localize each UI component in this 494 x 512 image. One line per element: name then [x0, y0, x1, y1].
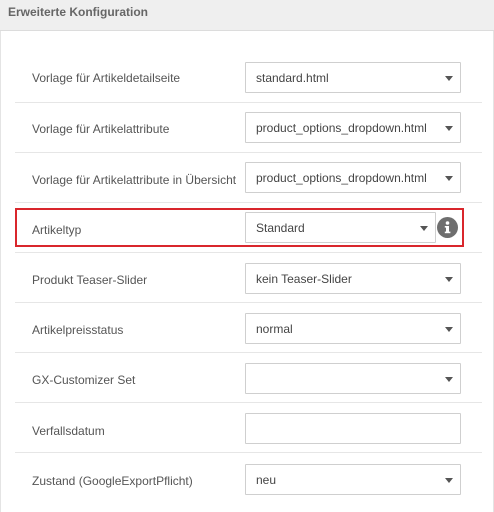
chevron-down-icon: [445, 76, 453, 81]
chevron-down-icon: [445, 478, 453, 483]
form-row-attribute-template: Vorlage für Artikelattribute product_opt…: [15, 103, 482, 153]
teaser-slider-select[interactable]: kein Teaser-Slider: [245, 263, 461, 294]
chevron-down-icon: [445, 277, 453, 282]
select-value: normal: [256, 322, 293, 336]
attribute-overview-template-select[interactable]: product_options_dropdown.html: [245, 162, 461, 193]
form-row-customizer-set: GX-Customizer Set: [15, 353, 482, 403]
attribute-template-select[interactable]: product_options_dropdown.html: [245, 112, 461, 143]
expiry-date-input[interactable]: [245, 413, 461, 444]
select-value: product_options_dropdown.html: [256, 121, 427, 135]
form-row-price-status: Artikelpreisstatus normal: [15, 303, 482, 353]
field-label: Vorlage für Artikelattribute: [32, 122, 170, 136]
form-row-attribute-overview-template: Vorlage für Artikelattribute in Übersich…: [15, 153, 482, 203]
field-label: Artikelpreisstatus: [32, 323, 124, 337]
chevron-down-icon: [445, 327, 453, 332]
form-row-detail-template: Vorlage für Artikeldetailseite standard.…: [15, 53, 482, 103]
panel-title: Erweiterte Konfiguration: [8, 5, 149, 19]
field-label: Zustand (GoogleExportPflicht): [32, 474, 193, 488]
select-value: standard.html: [256, 71, 329, 85]
field-label: Vorlage für Artikeldetailseite: [32, 71, 181, 85]
highlight-frame: [15, 208, 464, 247]
select-value: kein Teaser-Slider: [256, 272, 352, 286]
price-status-select[interactable]: normal: [245, 313, 461, 344]
chevron-down-icon: [445, 377, 453, 382]
field-label: Verfallsdatum: [32, 424, 105, 438]
chevron-down-icon: [445, 176, 453, 181]
customizer-set-select[interactable]: [245, 363, 461, 394]
form-row-expiry-date: Verfallsdatum: [15, 403, 482, 453]
form-row-condition: Zustand (GoogleExportPflicht) neu: [15, 453, 482, 503]
select-value: neu: [256, 473, 277, 487]
chevron-down-icon: [445, 126, 453, 131]
field-label: Produkt Teaser-Slider: [32, 273, 148, 287]
form-row-teaser-slider: Produkt Teaser-Slider kein Teaser-Slider: [15, 253, 482, 303]
condition-select[interactable]: neu: [245, 464, 461, 495]
panel-header: Erweiterte Konfiguration: [0, 0, 494, 31]
detail-template-select[interactable]: standard.html: [245, 62, 461, 93]
field-label: GX-Customizer Set: [32, 373, 136, 387]
select-value: product_options_dropdown.html: [256, 171, 427, 185]
field-label: Vorlage für Artikelattribute in Übersich…: [32, 173, 237, 187]
